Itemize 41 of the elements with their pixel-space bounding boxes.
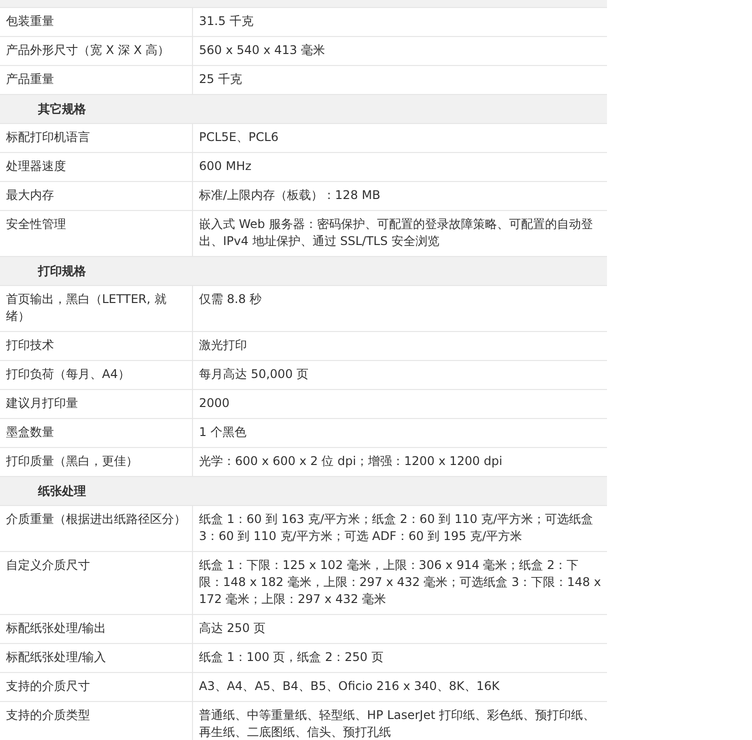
spec-value: 560 x 540 x 413 毫米 — [192, 37, 607, 65]
spec-value: 纸盒 1：下限：125 x 102 毫米，上限：306 x 914 毫米；纸盒 2：下限：148 x 182 毫米，上限：297 x 432 毫米；可选纸盒 3：下限：148 x 172 毫米；上限：297 x 432 毫米 — [192, 552, 607, 614]
spec-value: 每月高达 50,000 页 — [192, 361, 607, 389]
section-header: 纸张处理 — [0, 477, 607, 506]
spec-value: 纸盒 1：100 页，纸盒 2：250 页 — [192, 644, 607, 672]
spec-value: PCL5E、PCL6 — [192, 124, 607, 152]
spec-label: 打印技术 — [5, 337, 55, 354]
spec-value: 光学：600 x 600 x 2 位 dpi；增强：1200 x 1200 dpi — [192, 448, 607, 476]
spec-label: 包装重量 — [5, 13, 55, 30]
spec-value: 600 MHz — [192, 153, 607, 181]
spec-label: 建议月打印量 — [5, 395, 79, 412]
spec-value: 高达 250 页 — [192, 615, 607, 643]
spec-value: A3、A4、A5、B4、B5、Oficio 216 x 340、8K、16K — [192, 673, 607, 701]
section-header: 其它规格 — [0, 95, 607, 124]
spec-value: 2000 — [192, 390, 607, 418]
spec-value: 标准/上限内存（板载）：128 MB — [192, 182, 607, 210]
spec-label: 最大内存 — [5, 187, 55, 204]
spec-label: 自定义介质尺寸 — [5, 557, 91, 574]
spec-label: 安全性管理 — [5, 216, 67, 233]
spec-label: 打印负荷（每月、A4） — [5, 366, 131, 383]
spec-label: 处理器速度 — [5, 158, 67, 175]
spec-label: 支持的介质尺寸 — [5, 678, 91, 695]
spec-value: 25 千克 — [192, 66, 607, 94]
spec-label: 标配纸张处理/输入 — [5, 649, 108, 666]
spec-label: 产品外形尺寸（宽 X 深 X 高） — [5, 42, 171, 59]
spec-label: 标配打印机语言 — [5, 129, 91, 146]
spec-label: 标配纸张处理/输出 — [5, 620, 108, 637]
spec-value: 激光打印 — [192, 332, 607, 360]
spec-value: 普通纸、中等重量纸、轻型纸、HP LaserJet 打印纸、彩色纸、预打印纸、再生纸、二底图纸、信头、预打孔纸 — [192, 702, 607, 740]
spec-value: 仅需 8.8 秒 — [192, 286, 607, 331]
spec-label: 墨盒数量 — [5, 424, 55, 441]
spec-value: 31.5 千克 — [192, 8, 607, 36]
spec-label: 支持的介质类型 — [5, 707, 91, 724]
spec-label: 首页输出，黑白（LETTER, 就绪） — [5, 291, 168, 325]
spec-value: 嵌入式 Web 服务器：密码保护、可配置的登录故障策略、可配置的自动登出、IPv4 地址保护、通过 SSL/TLS 安全浏览 — [192, 211, 607, 256]
section-header: 打印规格 — [0, 257, 607, 286]
spec-label: 介质重量（根据进出纸路径区分） — [5, 511, 187, 528]
spec-label: 打印质量（黑白，更佳） — [5, 453, 139, 470]
spec-value: 1 个黑色 — [192, 419, 607, 447]
spec-value: 纸盒 1：60 到 163 克/平方米；纸盒 2：60 到 110 克/平方米；可选纸盒 3：60 到 110 克/平方米；可选 ADF：60 到 195 克/平方米 — [192, 506, 607, 551]
spec-label: 产品重量 — [5, 71, 55, 88]
